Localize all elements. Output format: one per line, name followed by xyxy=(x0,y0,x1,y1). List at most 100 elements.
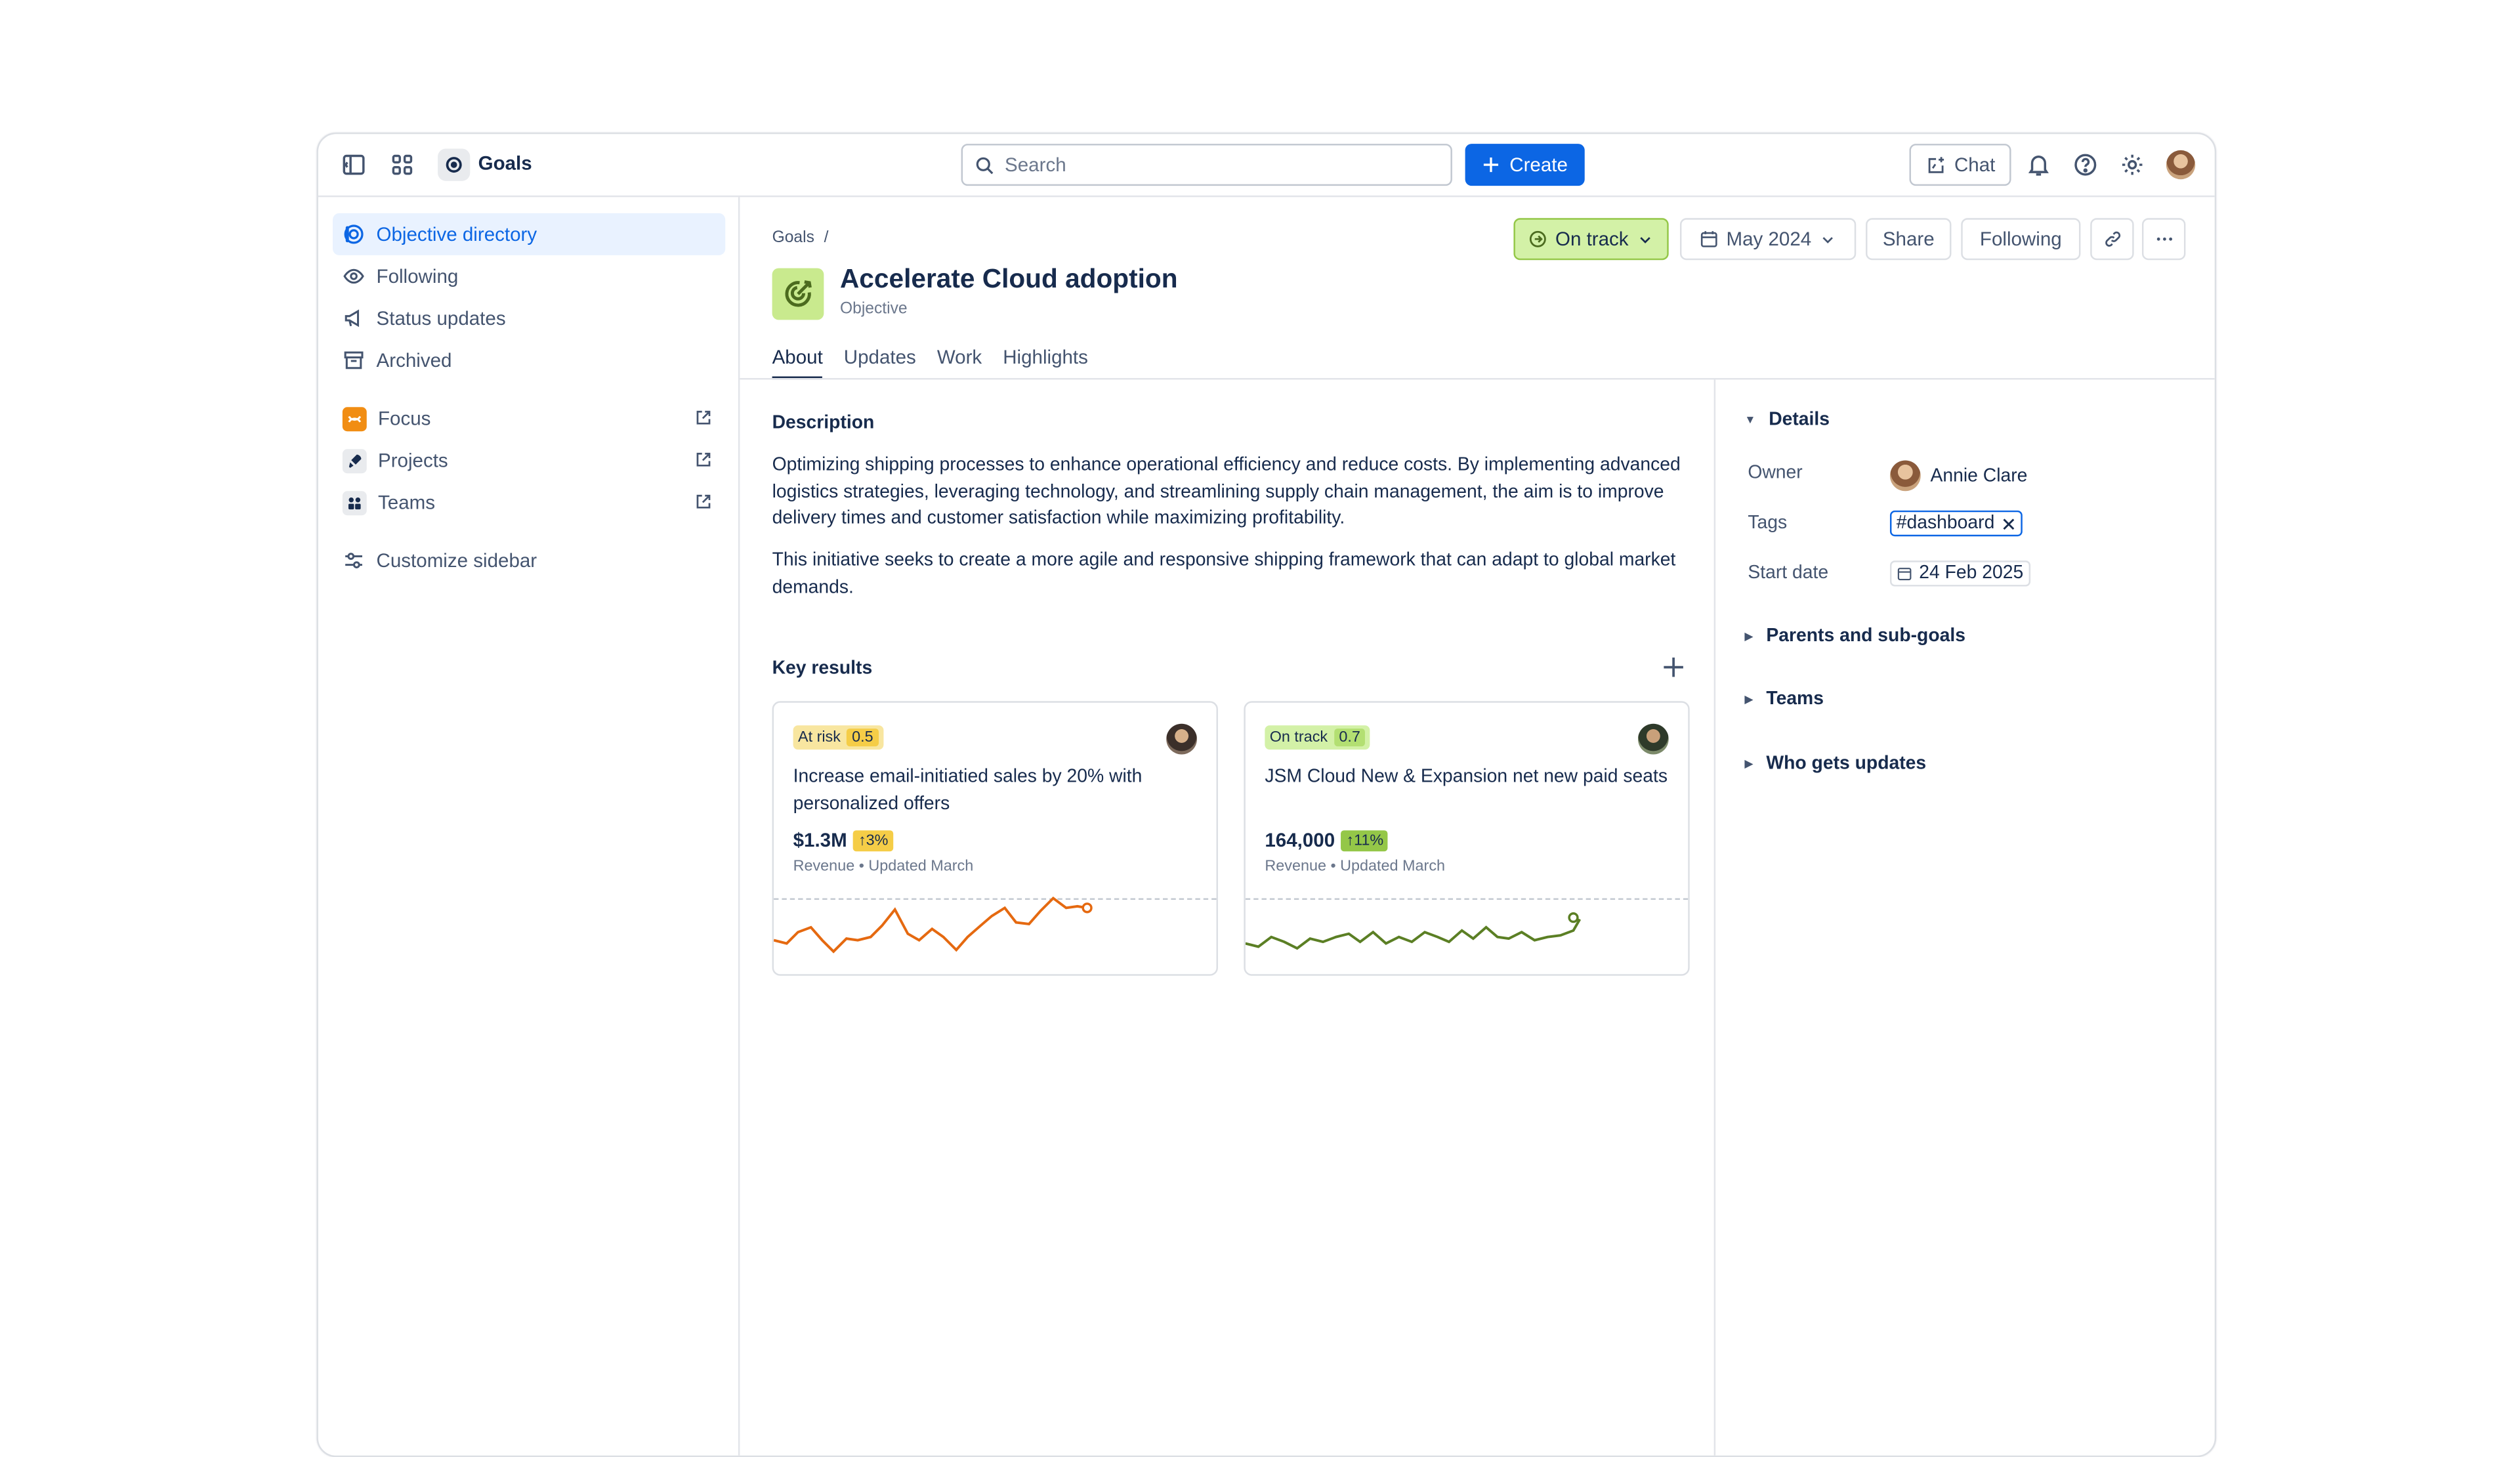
tag-chip[interactable]: #dashboard xyxy=(1889,510,2023,537)
status-dropdown[interactable]: On track xyxy=(1513,218,1669,261)
close-icon[interactable] xyxy=(2001,516,2015,530)
top-navigation: Goals Create Chat xyxy=(318,134,2215,198)
settings-gear-icon[interactable] xyxy=(2113,146,2152,184)
details-section-toggle[interactable]: ▼ Details xyxy=(1744,410,1830,430)
plus-icon xyxy=(1484,157,1500,173)
start-date-label: Start date xyxy=(1748,564,1829,583)
create-button[interactable]: Create xyxy=(1465,144,1585,186)
external-link-icon[interactable] xyxy=(694,493,712,511)
owner-value[interactable]: Annie Clare xyxy=(1889,460,2028,492)
caret-right-icon: ▶ xyxy=(1744,759,1754,771)
external-link-icon[interactable] xyxy=(694,451,712,469)
following-label: Following xyxy=(1979,228,2062,251)
breadcrumb-goals-link[interactable]: Goals xyxy=(772,230,814,247)
caret-right-icon: ▶ xyxy=(1744,631,1754,643)
sidebar-item-label: Customize sidebar xyxy=(376,549,537,572)
following-button[interactable]: Following xyxy=(1961,218,2081,261)
breadcrumb-separator: / xyxy=(824,229,829,247)
sidebar-item-customize[interactable]: Customize sidebar xyxy=(333,539,725,581)
who-gets-updates-section-toggle[interactable]: ▶ Who gets updates xyxy=(1744,755,1926,774)
active-indicator xyxy=(345,226,349,243)
search-icon xyxy=(976,156,994,174)
teams-icon xyxy=(342,490,367,515)
key-result-title: JSM Cloud New & Expansion net new paid s… xyxy=(1265,767,1668,787)
tab-about[interactable]: About xyxy=(772,346,823,380)
key-result-value: 164,000 xyxy=(1265,828,1335,852)
tags-value: #dashboard xyxy=(1889,510,2023,537)
link-icon xyxy=(2104,231,2120,247)
help-icon[interactable] xyxy=(2066,146,2105,184)
about-panel: Description Optimizing shipping processe… xyxy=(740,379,1716,1456)
score-badge: 0.7 xyxy=(1334,728,1366,747)
search-input[interactable] xyxy=(1005,153,1425,177)
sidebar-item-projects[interactable]: Projects xyxy=(333,440,725,482)
key-result-meta: Revenue • Updated March xyxy=(1265,858,1446,876)
details-panel: ▼ Details Owner Annie Clare Tags #dashbo… xyxy=(1715,379,2215,1455)
sidebar-toggle-icon[interactable] xyxy=(335,146,373,184)
archive-icon xyxy=(343,349,365,371)
tab-updates[interactable]: Updates xyxy=(844,346,916,380)
user-avatar[interactable] xyxy=(2166,150,2196,180)
target-date-dropdown[interactable]: May 2024 xyxy=(1679,218,1857,261)
sidebar-item-focus[interactable]: Focus xyxy=(333,398,725,440)
owner-avatar xyxy=(1889,460,1921,492)
goal-target-icon xyxy=(772,268,824,320)
tab-bar: About Updates Work Highlights xyxy=(772,346,1088,380)
calendar-icon xyxy=(1897,568,1912,581)
search-box[interactable] xyxy=(961,144,1452,186)
add-key-result-plus-icon[interactable] xyxy=(1660,654,1686,680)
key-result-value: $1.3M xyxy=(793,828,847,852)
sidebar-item-teams[interactable]: Teams xyxy=(333,482,725,524)
parents-section-toggle[interactable]: ▶ Parents and sub-goals xyxy=(1744,627,1965,646)
copy-link-button[interactable] xyxy=(2090,218,2134,261)
chat-button[interactable]: Chat xyxy=(1909,144,2011,186)
chat-label: Chat xyxy=(1954,153,1996,177)
external-link-icon[interactable] xyxy=(694,409,712,427)
calendar-icon xyxy=(1700,231,1717,247)
page-subtitle: Objective xyxy=(839,300,908,318)
sidebar-item-label: Focus xyxy=(377,407,431,430)
section-heading: Teams xyxy=(1766,690,1824,709)
delta-badge: ↑3% xyxy=(853,829,893,851)
chat-sparkle-icon xyxy=(1928,156,1944,173)
key-result-card[interactable]: On track 0.7 JSM Cloud New & Expansion n… xyxy=(1244,701,1690,976)
status-label: On track xyxy=(1555,228,1629,251)
sidebar-item-label: Projects xyxy=(377,449,448,472)
eye-icon xyxy=(343,265,365,287)
more-actions-button[interactable] xyxy=(2141,218,2186,261)
sidebar-item-objective-directory[interactable]: Objective directory xyxy=(333,213,726,255)
chevron-down-icon xyxy=(1823,236,1834,243)
sidebar-item-archived[interactable]: Archived xyxy=(333,339,725,381)
owner-label: Owner xyxy=(1748,463,1803,483)
tag-label: #dashboard xyxy=(1896,513,1995,534)
sidebar-item-following[interactable]: Following xyxy=(333,255,725,297)
tab-work[interactable]: Work xyxy=(937,346,982,380)
sidebar: Objective directory Following Status upd… xyxy=(318,197,740,1456)
delta-badge: ↑11% xyxy=(1341,829,1389,851)
breadcrumb: Goals / xyxy=(772,230,829,247)
sidebar-item-label: Teams xyxy=(377,491,435,514)
create-label: Create xyxy=(1509,153,1568,177)
projects-rocket-icon xyxy=(342,448,367,473)
sidebar-item-status-updates[interactable]: Status updates xyxy=(333,297,725,339)
main-content: Goals / Accelerate Cloud adoption Objecti… xyxy=(740,197,2215,1456)
start-date-chip[interactable]: 24 Feb 2025 xyxy=(1889,560,2030,587)
owner-name: Annie Clare xyxy=(1930,466,2028,486)
tab-highlights[interactable]: Highlights xyxy=(1003,346,1088,380)
app-title[interactable]: Goals xyxy=(478,152,532,174)
teams-section-toggle[interactable]: ▶ Teams xyxy=(1744,690,1824,709)
notifications-bell-icon[interactable] xyxy=(2019,146,2058,184)
section-heading: Who gets updates xyxy=(1766,754,1927,774)
app-switcher-icon[interactable] xyxy=(383,146,421,184)
share-button[interactable]: Share xyxy=(1866,218,1952,261)
focus-app-icon xyxy=(342,406,367,431)
owner-avatar[interactable] xyxy=(1166,723,1197,755)
chevron-down-icon xyxy=(1640,236,1651,243)
key-result-card[interactable]: At risk 0.5 Increase email-initiatied sa… xyxy=(772,701,1218,976)
goals-app-icon[interactable] xyxy=(438,148,471,181)
key-result-value-row: $1.3M ↑3% xyxy=(793,829,893,851)
page-title: Accelerate Cloud adoption xyxy=(839,264,1178,294)
owner-avatar[interactable] xyxy=(1637,723,1669,755)
caret-down-icon: ▼ xyxy=(1744,414,1756,426)
on-track-icon xyxy=(1529,230,1546,247)
